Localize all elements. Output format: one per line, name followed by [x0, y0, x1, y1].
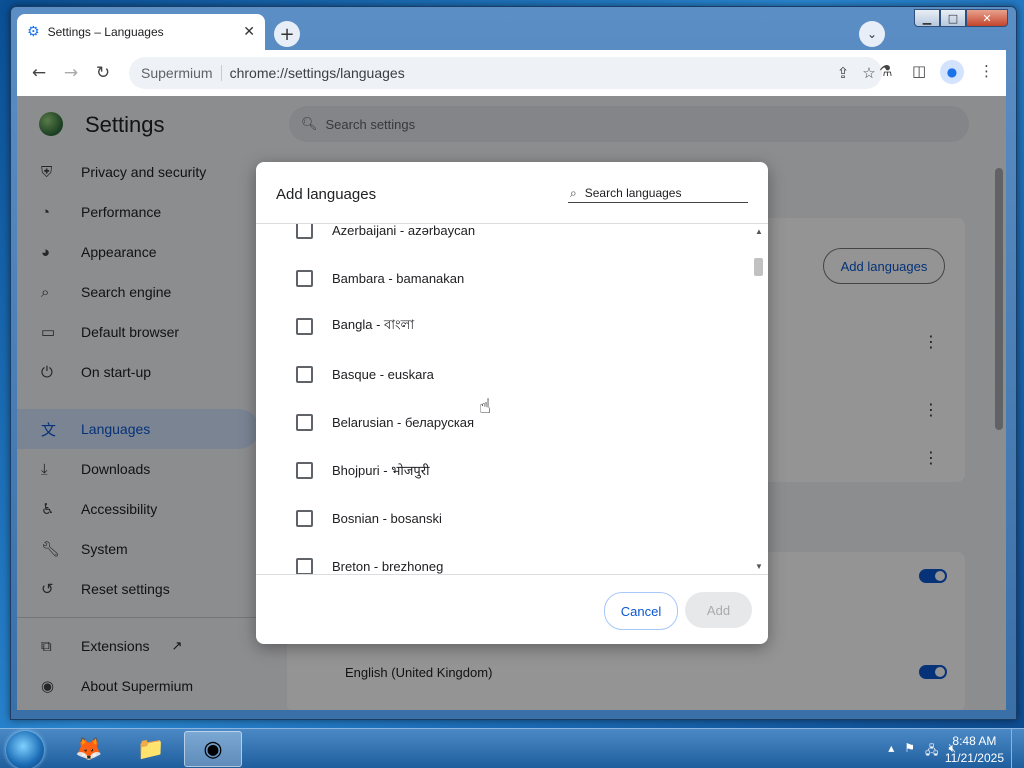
language-search-placeholder: Search languages	[584, 186, 682, 200]
network-icon[interactable]: 🖧	[925, 741, 938, 762]
tab-search-button[interactable]: ⌄	[859, 21, 885, 47]
cancel-button[interactable]: Cancel	[604, 592, 678, 630]
list-item[interactable]: Bhojpuri - भोजपुरी	[256, 446, 752, 494]
site-origin-label: Supermium	[129, 65, 222, 81]
hand-cursor-icon: ☝	[479, 394, 492, 418]
minimize-button[interactable]: ▁	[914, 9, 940, 27]
labs-flask-icon[interactable]: ⚗	[879, 62, 892, 80]
language-label: Bangla - বাংলা	[332, 316, 415, 332]
language-list-scrollbar[interactable]: ▲ ▼	[752, 224, 768, 574]
scrollbar-thumb[interactable]	[754, 258, 763, 276]
language-label: Bosnian - bosanski	[332, 510, 442, 526]
add-button[interactable]: Add	[685, 592, 752, 628]
taskbar-clock[interactable]: 8:48 AM 11/21/2025	[945, 733, 1004, 767]
supermium-taskbar-icon[interactable]: ◉	[184, 731, 242, 767]
language-label: Breton - brezhoneg	[332, 558, 444, 574]
list-item[interactable]: Bambara - bamanakan	[256, 254, 752, 302]
share-icon[interactable]: ⇪	[830, 64, 856, 82]
language-checkbox[interactable]	[296, 317, 313, 335]
language-label: Azerbaijani - azərbaycan	[332, 224, 476, 238]
url-text[interactable]: chrome://settings/languages	[222, 65, 830, 81]
language-search-input[interactable]: ⌕ Search languages	[568, 184, 748, 203]
profile-avatar-icon[interactable]: ●	[940, 60, 964, 84]
menu-kebab-icon[interactable]: ⋮	[979, 62, 994, 80]
show-desktop-button[interactable]	[1011, 729, 1024, 768]
action-center-icon[interactable]: ⚑	[904, 741, 915, 762]
language-checkbox[interactable]	[296, 509, 313, 527]
language-label: Basque - euskara	[332, 366, 434, 382]
dialog-title: Add languages	[276, 186, 377, 203]
close-tab-icon[interactable]: ✕	[243, 24, 255, 40]
clock-time: 8:48 AM	[952, 734, 997, 748]
language-checkbox[interactable]	[296, 269, 313, 287]
file-explorer-icon[interactable]: 📁	[122, 731, 180, 767]
back-button[interactable]: ←	[23, 63, 55, 83]
search-icon: ⌕	[570, 185, 577, 200]
reload-button[interactable]: ↻	[87, 63, 119, 83]
clock-date: 11/21/2025	[944, 751, 1004, 765]
language-list: Azerbaijani - azərbaycan Bambara - baman…	[256, 224, 752, 574]
language-checkbox[interactable]	[296, 557, 313, 574]
language-label: Bambara - bamanakan	[332, 270, 465, 286]
browser-tab[interactable]: ⚙ Settings – Languages ✕	[17, 14, 265, 50]
list-item[interactable]: Basque - euskara	[256, 350, 752, 398]
tray-expand-icon[interactable]: ▴	[888, 741, 894, 762]
settings-gear-icon: ⚙	[27, 24, 40, 40]
maximize-button[interactable]: □	[940, 9, 966, 27]
address-bar[interactable]: Supermium chrome://settings/languages ⇪ …	[129, 57, 882, 89]
dialog-footer-divider	[256, 574, 768, 575]
language-label: Belarusian - беларуская	[332, 414, 475, 430]
scroll-down-arrow-icon[interactable]: ▼	[755, 562, 763, 571]
list-item[interactable]: Breton - brezhoneg	[256, 542, 752, 574]
taskbar: 🦊 📁 ◉ ▴ ⚑ 🖧 🔇︎ 8:48 AM 11/21/2025	[0, 728, 1024, 768]
side-panel-icon[interactable]: ◫	[912, 62, 926, 80]
tab-title: Settings – Languages	[47, 25, 164, 39]
list-item[interactable]: Bosnian - bosanski	[256, 494, 752, 542]
language-checkbox[interactable]	[296, 365, 313, 383]
language-label: Bhojpuri - भोजपुरी	[332, 463, 430, 478]
taskbar-app-icon[interactable]: 🦊	[60, 731, 118, 767]
window-controls: ▁ □ ✕	[914, 9, 1008, 27]
close-window-button[interactable]: ✕	[966, 9, 1008, 27]
list-item[interactable]: Azerbaijani - azərbaycan	[256, 224, 752, 254]
language-checkbox[interactable]	[296, 224, 313, 239]
forward-button[interactable]: →	[55, 63, 87, 83]
list-item[interactable]: Belarusian - беларуская	[256, 398, 752, 446]
language-checkbox[interactable]	[296, 461, 313, 479]
new-tab-button[interactable]: +	[274, 21, 300, 47]
list-item[interactable]: Bangla - বাংলা	[256, 302, 752, 350]
add-languages-dialog: Add languages ⌕ Search languages Azerbai…	[256, 162, 768, 644]
language-checkbox[interactable]	[296, 413, 313, 431]
browser-toolbar: ← → ↻ Supermium chrome://settings/langua…	[17, 50, 1006, 96]
scroll-up-arrow-icon[interactable]: ▲	[755, 227, 763, 236]
start-button[interactable]	[6, 731, 44, 768]
